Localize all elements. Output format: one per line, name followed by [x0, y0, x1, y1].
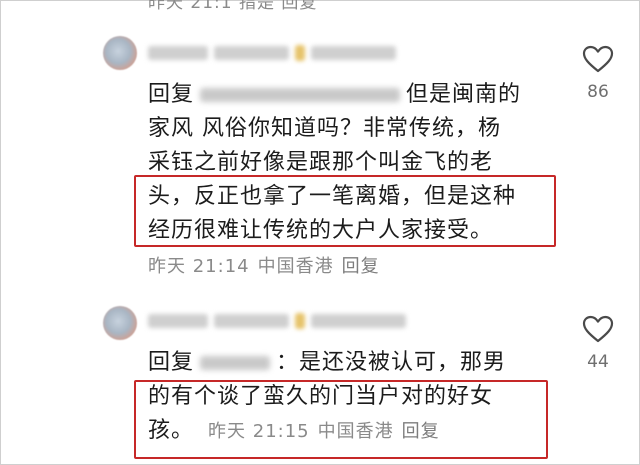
blurred-name-part [311, 46, 396, 60]
heart-outline-icon [582, 315, 614, 343]
blurred-name-part [214, 314, 289, 328]
like-button[interactable]: 86 [578, 44, 618, 102]
previous-comment-meta-text: 昨天 21:1 指是 回复 [148, 0, 318, 13]
reply-prefix: 回复 [148, 350, 195, 375]
blurred-name-part [214, 46, 289, 60]
avatar[interactable] [103, 36, 137, 70]
reply-prefix: 回复 [148, 82, 195, 107]
blurred-name-part [311, 314, 406, 328]
blurred-mention[interactable] [200, 356, 271, 370]
blurred-emoji [295, 313, 305, 329]
reply-button[interactable]: 回复 [342, 256, 380, 277]
heart-outline-icon [582, 45, 614, 73]
blurred-name-part [148, 314, 208, 328]
comment-text: ：是还没被认可，那男 [276, 350, 507, 375]
username-blurred[interactable] [148, 312, 428, 330]
highlight-annotation [134, 175, 556, 247]
comment-meta: 昨天 21:14 中国香港 回复 [148, 250, 548, 284]
like-button[interactable]: 44 [578, 314, 618, 372]
blurred-emoji [295, 45, 305, 61]
comment-line: 回复 ：是还没被认可，那男 [148, 346, 548, 380]
blurred-mention[interactable] [200, 88, 401, 102]
previous-comment-meta: 昨天 21:1 指是 回复 [148, 0, 317, 13]
like-count: 86 [587, 82, 609, 102]
username-blurred[interactable] [148, 44, 428, 62]
comment-line: 回复 但是闽南的 [148, 78, 548, 112]
comment-location: 中国香港 [257, 256, 334, 277]
comment-time: 昨天 21:14 [148, 256, 250, 277]
comment-line: 家风 风俗你知道吗？非常传统，杨 [148, 116, 501, 141]
avatar[interactable] [103, 306, 137, 340]
blurred-name-part [148, 46, 208, 60]
comment-text: 但是闽南的 [406, 82, 522, 107]
highlight-annotation [134, 380, 548, 459]
like-count: 44 [587, 352, 609, 372]
